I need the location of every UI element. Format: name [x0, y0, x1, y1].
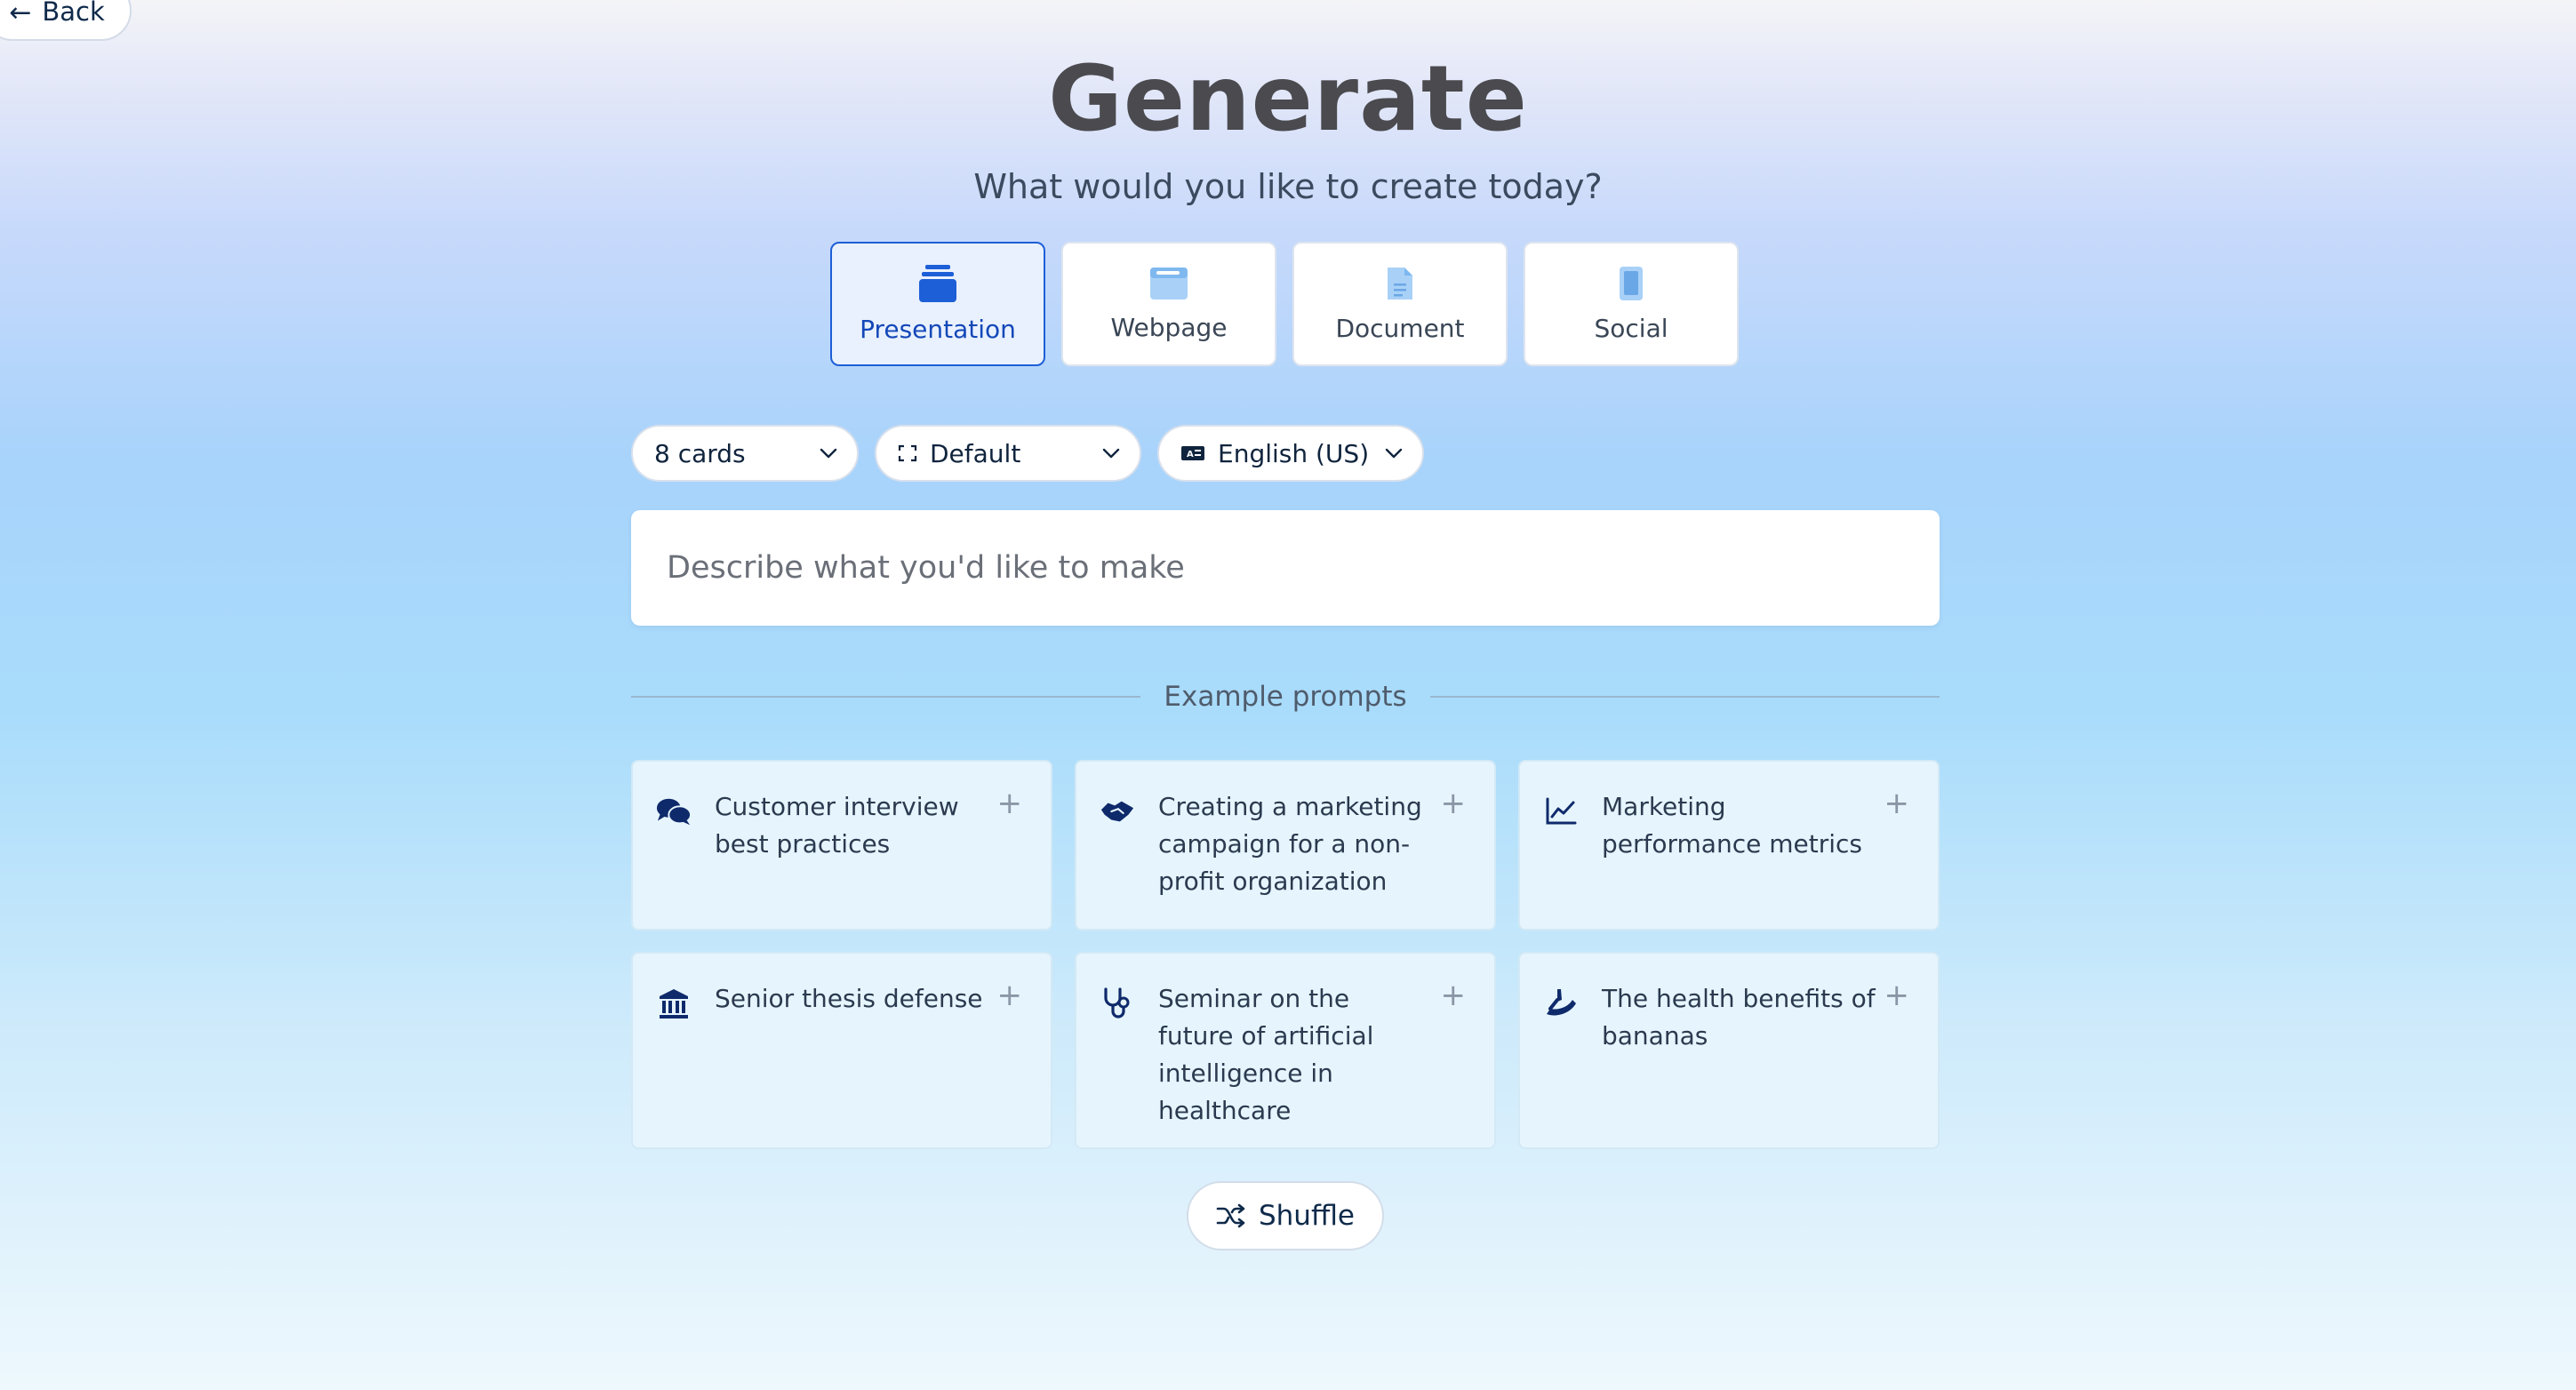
page-title: Generate — [1048, 46, 1528, 152]
example-prompt-card[interactable]: Marketing performance metrics + — [1518, 760, 1940, 931]
cards-count-value: 8 cards — [654, 438, 746, 468]
type-webpage-button[interactable]: Webpage — [1061, 242, 1276, 366]
example-prompt-text: Creating a marketing campaign for a non-… — [1158, 792, 1422, 896]
example-prompt-text: Customer interview best practices — [715, 792, 959, 859]
format-select[interactable]: Default — [875, 425, 1141, 482]
frame-icon — [898, 444, 917, 462]
chat-bubbles-icon — [656, 794, 692, 829]
example-prompt-card[interactable]: Customer interview best practices + — [631, 760, 1052, 931]
example-prompts-heading: Example prompts — [1164, 681, 1407, 713]
page-subtitle: What would you like to create today? — [973, 167, 1603, 206]
format-value: Default — [930, 438, 1021, 468]
divider-line — [631, 696, 1141, 698]
plus-icon[interactable]: + — [997, 788, 1023, 819]
example-prompt-text: The health benefits of bananas — [1602, 984, 1876, 1050]
example-prompts-divider: Example prompts — [631, 677, 1940, 716]
example-prompt-text: Marketing performance metrics — [1602, 792, 1862, 859]
type-label: Social — [1594, 313, 1668, 343]
plus-icon[interactable]: + — [1441, 980, 1467, 1011]
plus-icon[interactable]: + — [997, 980, 1023, 1011]
example-prompts-grid: Customer interview best practices + Crea… — [631, 760, 1940, 1149]
shuffle-icon — [1216, 1203, 1245, 1228]
generation-options: 8 cards Default A English (US) — [631, 425, 1424, 482]
back-button[interactable]: ← Back — [0, 0, 132, 41]
divider-line — [1429, 696, 1940, 698]
type-label: Webpage — [1110, 312, 1228, 342]
handshake-icon — [1100, 794, 1135, 829]
type-label: Presentation — [860, 314, 1016, 344]
stethoscope-icon — [1100, 986, 1135, 1021]
line-chart-icon — [1543, 794, 1579, 829]
example-prompt-card[interactable]: Senior thesis defense + — [631, 952, 1052, 1149]
prompt-input[interactable] — [631, 510, 1940, 626]
chevron-down-icon — [1385, 448, 1403, 459]
cards-count-select[interactable]: 8 cards — [631, 425, 859, 482]
plus-icon[interactable]: + — [1441, 788, 1467, 819]
shuffle-label: Shuffle — [1258, 1200, 1355, 1232]
type-label: Document — [1335, 313, 1465, 343]
document-icon — [1388, 267, 1412, 300]
language-icon: A — [1180, 445, 1205, 461]
presentation-stack-icon — [919, 264, 956, 302]
phone-icon — [1620, 266, 1643, 300]
building-columns-icon — [656, 986, 692, 1021]
content-type-selector: Presentation Webpage Document Social — [830, 242, 1739, 366]
chevron-down-icon — [1102, 448, 1120, 459]
webpage-icon — [1150, 267, 1188, 300]
language-value: English (US) — [1218, 438, 1370, 468]
example-prompt-card[interactable]: The health benefits of bananas + — [1518, 952, 1940, 1149]
type-social-button[interactable]: Social — [1524, 242, 1739, 366]
example-prompt-text: Seminar on the future of artificial inte… — [1158, 984, 1374, 1125]
language-select[interactable]: A English (US) — [1157, 425, 1424, 482]
svg-text:A: A — [1187, 450, 1194, 459]
plus-icon[interactable]: + — [1884, 788, 1910, 819]
example-prompt-card[interactable]: Seminar on the future of artificial inte… — [1075, 952, 1496, 1149]
plus-icon[interactable]: + — [1884, 980, 1910, 1011]
back-label: Back — [42, 0, 105, 27]
example-prompt-card[interactable]: Creating a marketing campaign for a non-… — [1075, 760, 1496, 931]
type-document-button[interactable]: Document — [1292, 242, 1508, 366]
chevron-down-icon — [820, 448, 837, 459]
type-presentation-button[interactable]: Presentation — [830, 242, 1045, 366]
shuffle-button[interactable]: Shuffle — [1187, 1181, 1384, 1250]
banana-icon — [1543, 986, 1579, 1021]
arrow-left-icon: ← — [9, 0, 32, 28]
example-prompt-text: Senior thesis defense — [715, 984, 983, 1013]
